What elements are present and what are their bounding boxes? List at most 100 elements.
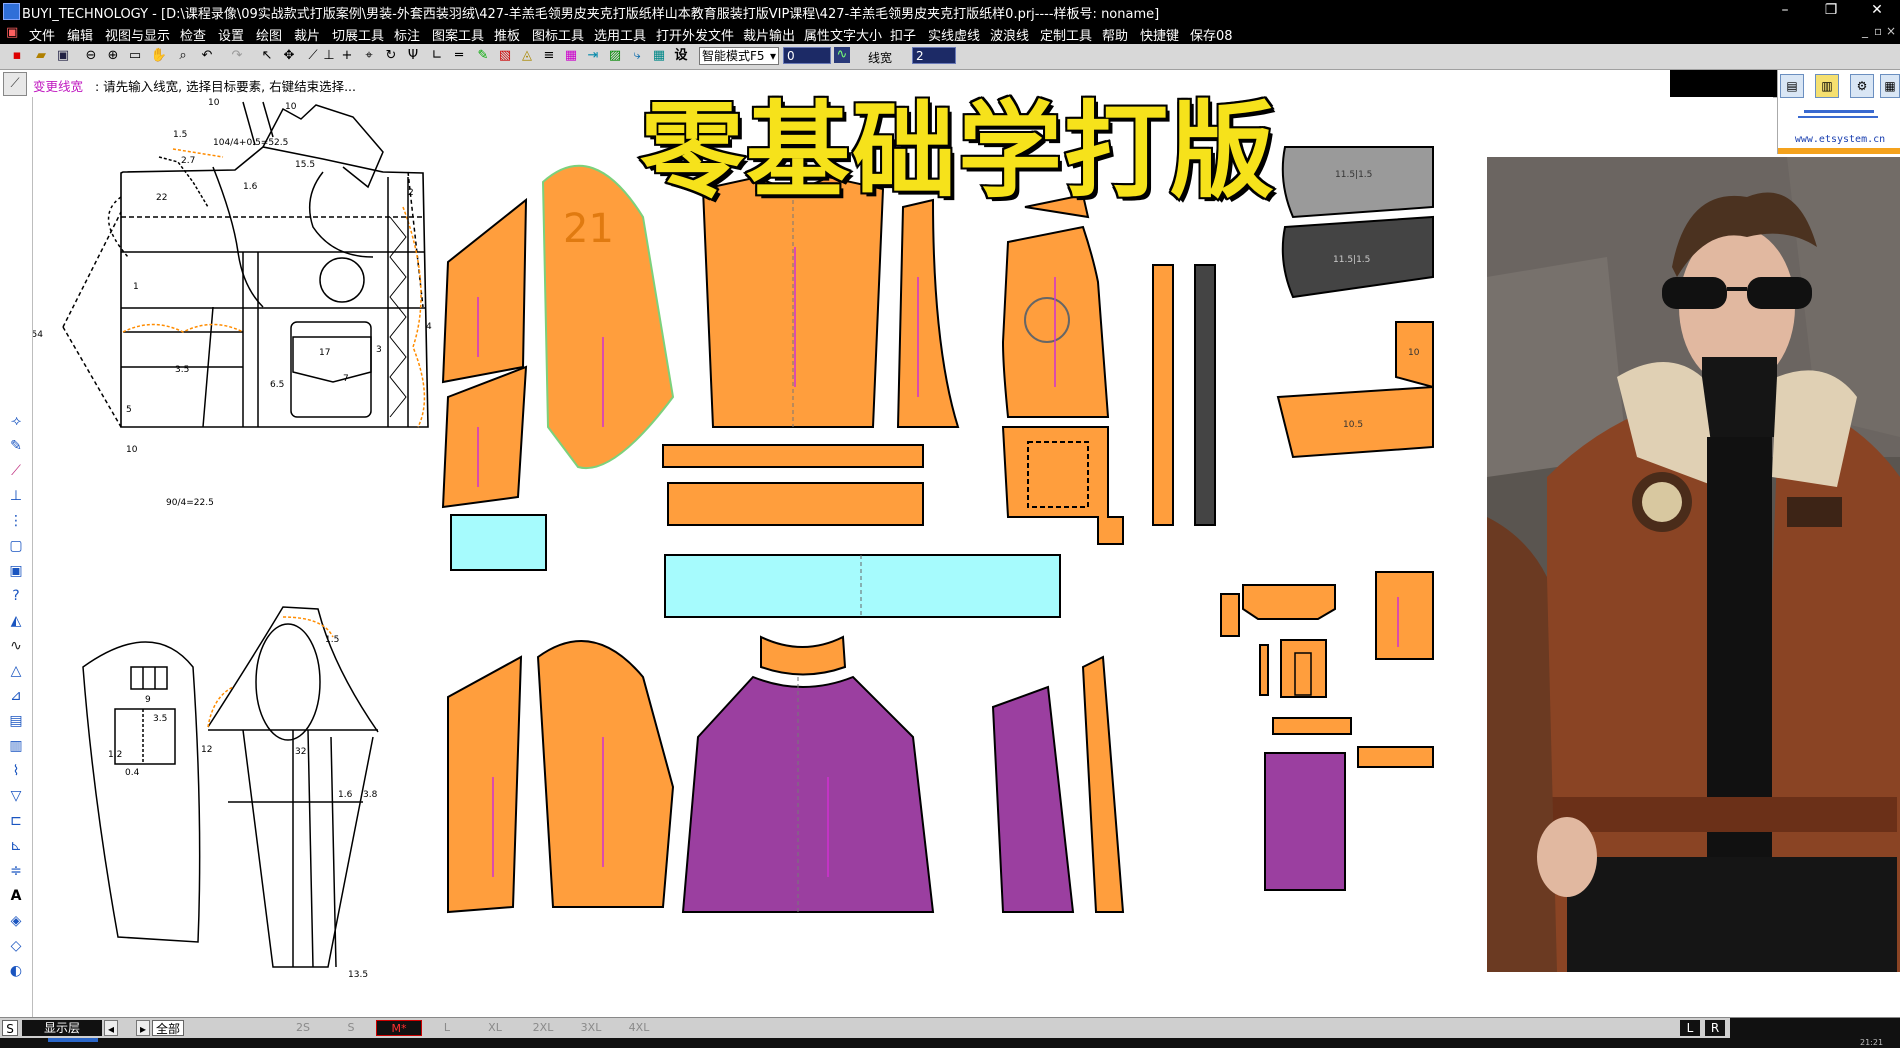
fit-window-icon[interactable]: ▭ [126,47,144,65]
panel-image-icon[interactable]: ▥ [1815,74,1839,98]
menu-buttons[interactable]: 扣子 [890,25,916,44]
dart-tool-icon[interactable]: ⊿ [5,685,27,707]
curve-icon[interactable]: ∿ [834,47,850,63]
close-button[interactable]: ✕ [1854,0,1900,22]
help-tool-icon[interactable]: ? [5,585,27,607]
fill-tool-icon[interactable]: ◭ [5,610,27,632]
pen-icon[interactable]: ✎ [474,47,492,65]
menu-custom-tools[interactable]: 定制工具 [1040,25,1092,44]
hatch-icon[interactable]: ▧ [496,47,514,65]
menu-help[interactable]: 帮助 [1102,25,1128,44]
size-xl[interactable]: XL [472,1020,518,1036]
align-tool-icon[interactable]: ⊏ [5,810,27,832]
divide-tool-icon[interactable]: ⋮ [5,510,27,532]
image-tool-icon[interactable]: ▨ [606,47,624,65]
grain-tool-icon[interactable]: ▽ [5,785,27,807]
stitch-icon[interactable]: ⤷ [628,47,646,65]
curve-edit-icon[interactable]: ∿ [5,635,27,657]
size-3xl[interactable]: 3XL [568,1020,614,1036]
angle-icon[interactable]: ∟ [428,47,446,65]
mdi-restore-button[interactable]: ▫ [1874,24,1882,38]
shape-tool-icon[interactable]: ◇ [5,935,27,957]
seam-tool-icon[interactable]: ≑ [5,860,27,882]
panel-settings-icon[interactable]: ⚙ [1850,74,1874,98]
zoom-in-icon[interactable]: ⊕ [104,47,122,65]
line-tool-icon[interactable]: ⟋ [5,460,27,482]
size-m-active[interactable]: M* [376,1020,422,1036]
size-l[interactable]: L [424,1020,470,1036]
menu-save08[interactable]: 保存08 [1190,25,1233,44]
measure-tool-icon[interactable]: ⌇ [5,760,27,782]
redo-icon[interactable]: ↷ [228,47,246,65]
cross-icon[interactable]: + [338,47,356,65]
menu-check[interactable]: 检查 [180,25,206,44]
rect-tool-icon[interactable]: ▢ [5,535,27,557]
save-tool-icon[interactable]: ▤ [5,710,27,732]
bezier-tool-icon[interactable]: ⟢ [5,410,27,432]
parallel-icon[interactable]: ═ [450,47,468,65]
menu-open-external[interactable]: 打开外发文件 [656,25,734,44]
size-s[interactable]: S [328,1020,374,1036]
menu-solid-dashed[interactable]: 实线虚线 [928,25,980,44]
size-4xl[interactable]: 4XL [616,1020,662,1036]
grid-icon[interactable]: ▦ [650,47,668,65]
zoom-area-icon[interactable]: ⌕ [174,47,192,65]
button-tool-icon[interactable]: ◈ [5,910,27,932]
mdi-minimize-button[interactable]: _ [1862,24,1868,38]
save-icon[interactable]: ▣ [54,47,72,65]
arrow-tool-icon[interactable]: ⇥ [584,47,602,65]
panel-grid-icon[interactable]: ▦ [1880,74,1900,98]
ruler-tool-icon[interactable]: ⊾ [5,835,27,857]
value-field[interactable]: 0 [783,47,831,64]
size-2xl[interactable]: 2XL [520,1020,566,1036]
move-icon[interactable]: ✥ [280,47,298,65]
text-tool-icon[interactable]: A [5,885,27,907]
vertical-line-icon[interactable]: ⊥ [320,47,338,65]
next-icon[interactable]: ▸ [136,1020,150,1036]
undo-icon[interactable]: ↶ [198,47,216,65]
right-toggle[interactable]: R [1705,1020,1725,1036]
settings-button[interactable]: 设 [672,47,690,65]
menu-select-tools[interactable]: 选用工具 [594,25,646,44]
left-toggle[interactable]: L [1680,1020,1700,1036]
line-width-field[interactable]: 2 [912,47,956,64]
menu-grading[interactable]: 推板 [494,25,520,44]
vertical-tool-icon[interactable]: ⊥ [5,485,27,507]
color-icon[interactable]: ▦ [562,47,580,65]
menu-attr-text-size[interactable]: 属性文字大小 [804,25,882,44]
menu-icon-tools[interactable]: 图标工具 [532,25,584,44]
all-sizes-button[interactable]: 全部 [152,1020,184,1036]
layer-display[interactable]: 显示层 [22,1020,102,1036]
prev-icon[interactable]: ◂ [104,1020,118,1036]
mdi-close-button[interactable]: × [1886,24,1896,38]
menu-wavy-line[interactable]: 波浪线 [990,25,1029,44]
bucket-tool-icon[interactable]: ◐ [5,960,27,982]
menu-view[interactable]: 视图与显示 [105,25,170,44]
select-arrow-icon[interactable]: ↖ [258,47,276,65]
menu-shortcuts[interactable]: 快捷键 [1140,25,1179,44]
menu-spread-tools[interactable]: 切展工具 [332,25,384,44]
restore-button[interactable]: ❐ [1808,0,1854,22]
symmetry-icon[interactable]: Ψ [404,47,422,65]
point-icon[interactable]: ⌖ [360,47,378,65]
menu-edit[interactable]: 编辑 [67,25,93,44]
panel-layout-icon[interactable]: ▤ [1780,74,1804,98]
mode-select[interactable]: 智能模式F5 ▾ [699,47,779,65]
menu-settings[interactable]: 设置 [218,25,244,44]
pan-hand-icon[interactable]: ✋ [150,47,168,65]
zoom-out-icon[interactable]: ⊖ [82,47,100,65]
menu-file[interactable]: 文件 [29,25,55,44]
notch-tool-icon[interactable]: △ [5,660,27,682]
stack-tool-icon[interactable]: ▥ [5,735,27,757]
grade-icon[interactable]: ◬ [518,47,536,65]
open-folder-icon[interactable]: ▰ [32,47,50,65]
size-2s[interactable]: 2S [280,1020,326,1036]
menu-piece-output[interactable]: 裁片输出 [743,25,795,44]
minimize-button[interactable]: – [1762,0,1808,22]
menu-draw[interactable]: 绘图 [256,25,282,44]
layer-icon[interactable]: ≡ [540,47,558,65]
menu-annotate[interactable]: 标注 [394,25,420,44]
menu-cut-piece[interactable]: 裁片 [294,25,320,44]
new-file-icon[interactable]: ▪ [8,47,26,65]
pen-tool-icon[interactable]: ✎ [5,435,27,457]
